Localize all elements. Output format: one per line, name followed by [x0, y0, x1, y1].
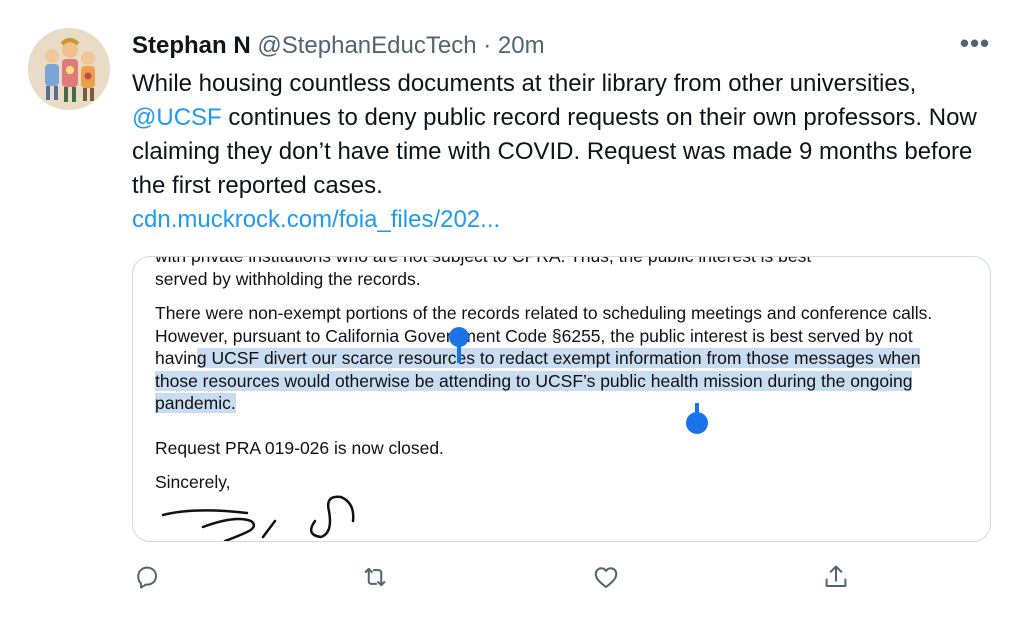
- document-paragraph-1: served by withholding the records.: [155, 269, 421, 289]
- selection-start-handle-icon[interactable]: [448, 327, 470, 363]
- like-icon: [594, 567, 618, 588]
- reply-icon: [137, 566, 157, 589]
- retweet-button[interactable]: [360, 562, 394, 596]
- tweet-header: Stephan N @StephanEducTech · 20m: [132, 30, 545, 62]
- separator-dot: ·: [483, 32, 492, 59]
- selected-text: g UCSF divert our scarce resources to re…: [155, 348, 921, 413]
- tweet-text-part-1: While housing countless documents at the…: [132, 70, 917, 97]
- more-icon[interactable]: •••: [955, 28, 995, 60]
- share-button[interactable]: [821, 562, 855, 596]
- document-image[interactable]: with private institutions who are not su…: [132, 256, 991, 542]
- document-cut-line: with private institutions who are not su…: [155, 256, 812, 266]
- tweet: Stephan N @StephanEducTech · 20m ••• Whi…: [0, 0, 1023, 618]
- avatar[interactable]: [28, 28, 110, 110]
- document-signoff: Sincerely,: [155, 472, 231, 492]
- like-button[interactable]: [591, 562, 625, 596]
- tweet-actions: [132, 562, 872, 596]
- retweet-icon: [364, 567, 386, 587]
- tweet-text-part-2: continues to deny public record requests…: [132, 104, 977, 199]
- timestamp[interactable]: 20m: [498, 32, 545, 59]
- author-name[interactable]: Stephan N: [132, 32, 251, 59]
- document-paragraph-2: There were non-exempt portions of the re…: [155, 302, 955, 415]
- tweet-text: While housing countless documents at the…: [132, 67, 1002, 237]
- mention-link[interactable]: @UCSF: [132, 104, 222, 131]
- signature: [161, 495, 355, 541]
- author-handle[interactable]: @StephanEducTech: [257, 32, 476, 59]
- avatar-drawing-icon: [28, 28, 110, 110]
- document-link[interactable]: cdn.muckrock.com/foia_files/202...: [132, 203, 1002, 237]
- reply-button[interactable]: [132, 562, 166, 596]
- selection-end-handle-icon[interactable]: [684, 403, 710, 435]
- share-icon: [825, 565, 847, 587]
- document-closing: Request PRA 019-026 is now closed.: [155, 438, 444, 458]
